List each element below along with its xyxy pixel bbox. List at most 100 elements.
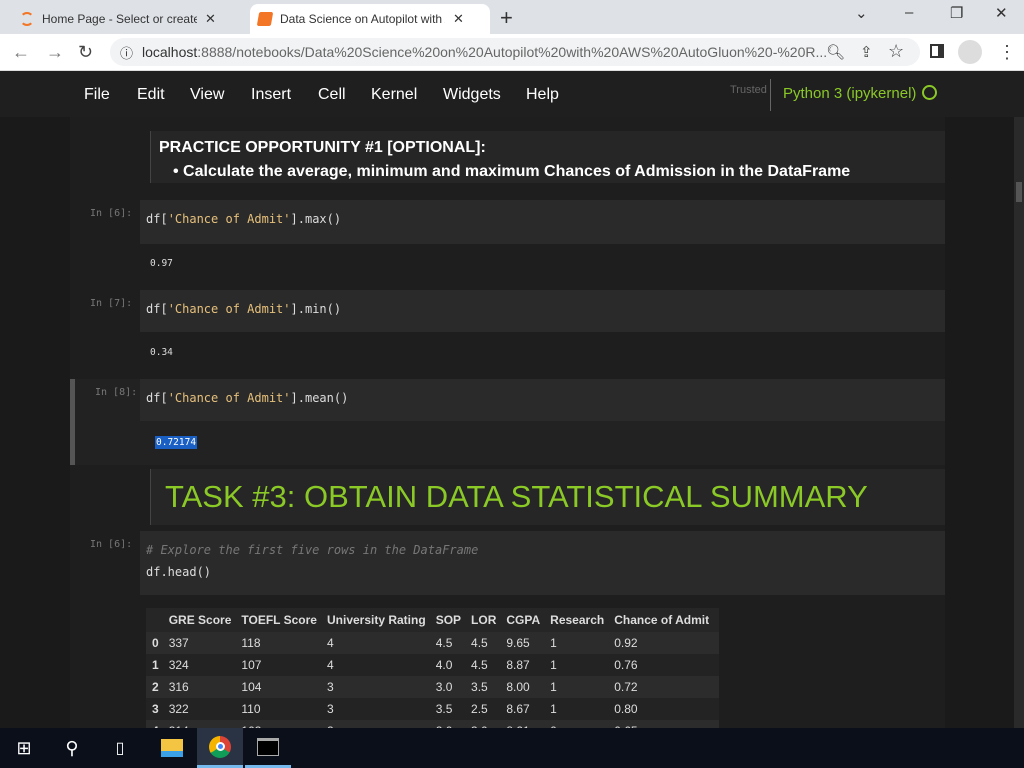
markdown-cell-practice[interactable]: PRACTICE OPPORTUNITY #1 [OPTIONAL]: • Ca… — [150, 131, 945, 183]
table-row: 0 337 118 4 4.5 4.5 9.65 1 0.92 — [146, 632, 720, 654]
tab-notebook[interactable]: Data Science on Autopilot with AWS AutoG… — [250, 4, 490, 34]
table-cell: 8.67 — [506, 698, 551, 720]
tab-home-page[interactable]: Home Page - Select or create a notebook … — [12, 4, 224, 34]
table-row: 3 322 110 3 3.5 2.5 8.67 1 0.80 — [146, 698, 720, 720]
notebook-container: PRACTICE OPPORTUNITY #1 [OPTIONAL]: • Ca… — [70, 117, 945, 742]
reload-icon[interactable]: ↻ — [78, 42, 93, 63]
windows-taskbar: ⊞ ⚲ ▯ — [0, 728, 1024, 768]
cell-prompt: In [6]: — [90, 208, 133, 219]
table-cell: 110 — [241, 698, 327, 720]
table-cell: 2.5 — [471, 698, 507, 720]
table-cell: 0.72 — [614, 676, 720, 698]
menu-help[interactable]: Help — [526, 86, 559, 104]
side-panel-icon[interactable] — [930, 44, 944, 58]
tab-search-icon[interactable]: ⌄ — [855, 4, 868, 22]
task-heading: TASK #3: OBTAIN DATA STATISTICAL SUMMARY — [165, 479, 868, 514]
share-icon[interactable]: ⇪ — [860, 43, 873, 61]
code-cell[interactable]: In [6]: df['Chance of Admit'].max() 0.97 — [70, 200, 945, 288]
table-cell: 1 — [550, 698, 615, 720]
search-icon[interactable]: ⚲ — [48, 728, 96, 768]
code-cell[interactable]: In [6]: # Explore the first five rows in… — [70, 531, 945, 742]
new-tab-button[interactable]: + — [500, 5, 513, 31]
markdown-cell-task3[interactable]: TASK #3: OBTAIN DATA STATISTICAL SUMMARY — [150, 469, 945, 525]
table-cell: 3.5 — [471, 676, 507, 698]
zoom-icon[interactable]: 🔍︎ — [826, 43, 845, 61]
code-input[interactable]: df['Chance of Admit'].max() — [140, 200, 945, 244]
address-bar-row: ← → ↻ ⓘ localhost:8888/notebooks/Data%20… — [0, 34, 1024, 71]
code-input[interactable]: df['Chance of Admit'].min() — [140, 290, 945, 332]
kernel-idle-icon — [922, 85, 938, 100]
windows-start-icon[interactable]: ⊞ — [0, 728, 48, 768]
row-index: 3 — [146, 698, 169, 720]
table-cell: 4.5 — [435, 632, 472, 654]
menu-dots-icon[interactable]: ⋮ — [998, 42, 1016, 63]
table-cell: 104 — [241, 676, 327, 698]
profile-avatar[interactable] — [958, 40, 982, 64]
menu-view[interactable]: View — [190, 86, 224, 104]
column-header — [146, 608, 169, 632]
notebook-icon — [256, 12, 274, 26]
table-cell: 3.5 — [435, 698, 472, 720]
dataframe-table: GRE Score TOEFL Score University Rating SOP… — [146, 608, 720, 742]
practice-heading: PRACTICE OPPORTUNITY #1 [OPTIONAL]: — [159, 139, 486, 156]
browser-tab-bar: Home Page - Select or create a notebook … — [0, 0, 1024, 34]
column-header: Chance of Admit — [614, 608, 720, 632]
column-header: GRE Score — [168, 608, 242, 632]
table-cell: 4 — [326, 654, 436, 676]
cell-output: 0.34 — [150, 347, 173, 358]
column-header: TOEFL Score — [241, 608, 327, 632]
column-header: University Rating — [326, 608, 436, 632]
table-cell: 4.5 — [471, 632, 507, 654]
menu-edit[interactable]: Edit — [137, 86, 165, 104]
code-cell[interactable]: In [7]: df['Chance of Admit'].min() 0.34 — [70, 290, 945, 375]
table-cell: 3 — [326, 676, 436, 698]
cell-prompt: In [6]: — [90, 539, 133, 550]
table-cell: 118 — [241, 632, 327, 654]
code-input[interactable]: df['Chance of Admit'].mean() — [140, 379, 945, 421]
table-cell: 3.0 — [435, 676, 472, 698]
menu-insert[interactable]: Insert — [251, 86, 291, 104]
menu-cell[interactable]: Cell — [318, 86, 346, 104]
cell-output-selected: 0.72174 — [155, 436, 198, 449]
jupyter-icon — [20, 12, 34, 26]
close-window-button[interactable]: ✕ — [995, 4, 1008, 22]
maximize-button[interactable]: ❐ — [950, 4, 963, 22]
table-cell: 0.80 — [614, 698, 720, 720]
terminal-icon[interactable] — [245, 728, 291, 768]
row-index: 2 — [146, 676, 169, 698]
table-cell: 1 — [550, 632, 615, 654]
kernel-indicator[interactable]: Python 3 (ipykernel) — [770, 79, 938, 111]
menu-file[interactable]: File — [84, 86, 110, 104]
table-cell: 3 — [326, 698, 436, 720]
task-view-icon[interactable]: ▯ — [96, 728, 144, 768]
table-cell: 316 — [168, 676, 242, 698]
table-cell: 8.00 — [506, 676, 551, 698]
menu-widgets[interactable]: Widgets — [443, 86, 501, 104]
code-input[interactable]: # Explore the first five rows in the Dat… — [140, 531, 945, 595]
trusted-indicator[interactable]: Trusted — [730, 84, 767, 96]
forward-icon[interactable]: → — [46, 42, 64, 63]
scrollbar-thumb[interactable] — [1016, 182, 1022, 202]
column-header: CGPA — [506, 608, 551, 632]
table-cell: 4.5 — [471, 654, 507, 676]
column-header: LOR — [471, 608, 507, 632]
table-cell: 0.92 — [614, 632, 720, 654]
bookmark-star-icon[interactable]: ☆ — [888, 41, 904, 62]
table-cell: 107 — [241, 654, 327, 676]
code-cell-selected[interactable]: In [8]: df['Chance of Admit'].mean() 0.7… — [70, 379, 945, 465]
minimize-button[interactable]: – — [905, 4, 913, 21]
close-tab-icon[interactable]: ✕ — [453, 11, 464, 27]
column-header: Research — [550, 608, 615, 632]
menu-kernel[interactable]: Kernel — [371, 86, 417, 104]
close-tab-icon[interactable]: ✕ — [205, 11, 216, 27]
table-cell: 324 — [168, 654, 242, 676]
jupyter-menubar: File Edit View Insert Cell Kernel Widget… — [0, 71, 1024, 117]
practice-bullet: • Calculate the average, minimum and max… — [173, 163, 851, 180]
file-explorer-icon[interactable] — [148, 728, 196, 768]
back-icon[interactable]: ← — [12, 42, 30, 63]
url-input[interactable]: ⓘ localhost:8888/notebooks/Data%20Scienc… — [110, 38, 920, 66]
table-cell: 337 — [168, 632, 242, 654]
scrollbar[interactable] — [1014, 117, 1024, 728]
table-cell: 1 — [550, 654, 615, 676]
chrome-icon[interactable] — [197, 728, 243, 768]
